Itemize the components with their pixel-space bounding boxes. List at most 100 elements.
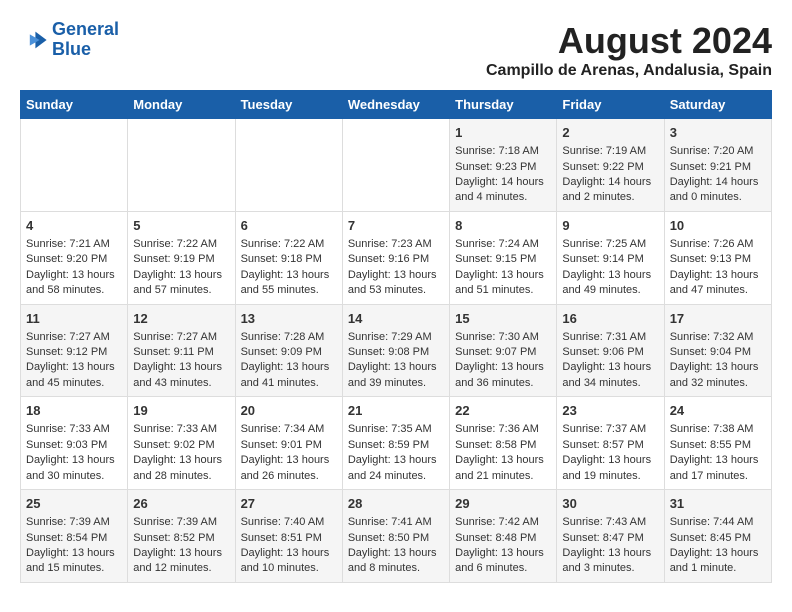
day-info: Sunrise: 7:37 AM Sunset: 8:57 PM Dayligh…: [562, 422, 658, 484]
day-info: Sunrise: 7:20 AM Sunset: 9:21 PM Dayligh…: [670, 144, 766, 206]
day-info: Sunrise: 7:39 AM Sunset: 8:52 PM Dayligh…: [133, 515, 229, 577]
day-number: 30: [562, 495, 658, 513]
day-info: Sunrise: 7:27 AM Sunset: 9:12 PM Dayligh…: [26, 330, 122, 392]
calendar-cell: 31Sunrise: 7:44 AM Sunset: 8:45 PM Dayli…: [664, 490, 771, 583]
calendar-cell: 7 Sunrise: 7:23 AM Sunset: 9:16 PM Daylig…: [342, 211, 449, 304]
calendar-cell: 21 Sunrise: 7:35 AM Sunset: 8:59 PM Dayli…: [342, 397, 449, 490]
calendar-cell: 29 Sunrise: 7:42 AM Sunset: 8:48 PM Dayli…: [450, 490, 557, 583]
calendar-cell: 26 Sunrise: 7:39 AM Sunset: 8:52 PM Dayli…: [128, 490, 235, 583]
day-info: Sunrise: 7:19 AM Sunset: 9:22 PM Dayligh…: [562, 144, 658, 206]
header-cell-monday: Monday: [128, 91, 235, 119]
day-number: 12: [133, 310, 229, 328]
header-cell-sunday: Sunday: [21, 91, 128, 119]
day-number: 19: [133, 402, 229, 420]
calendar-cell: [235, 119, 342, 212]
day-number: 7: [348, 217, 444, 235]
day-info: Sunrise: 7:31 AM Sunset: 9:06 PM Dayligh…: [562, 330, 658, 392]
calendar-cell: 6 Sunrise: 7:22 AM Sunset: 9:18 PM Daylig…: [235, 211, 342, 304]
subtitle: Campillo de Arenas, Andalusia, Spain: [486, 62, 772, 80]
day-number: 23: [562, 402, 658, 420]
day-number: 13: [241, 310, 337, 328]
calendar-cell: 13 Sunrise: 7:28 AM Sunset: 9:09 PM Dayli…: [235, 304, 342, 397]
calendar-week-4: 18Sunrise: 7:33 AM Sunset: 9:03 PM Dayli…: [21, 397, 772, 490]
calendar-week-2: 4Sunrise: 7:21 AM Sunset: 9:20 PM Daylig…: [21, 211, 772, 304]
calendar-cell: [21, 119, 128, 212]
day-number: 29: [455, 495, 551, 513]
day-info: Sunrise: 7:27 AM Sunset: 9:11 PM Dayligh…: [133, 330, 229, 392]
day-info: Sunrise: 7:25 AM Sunset: 9:14 PM Dayligh…: [562, 237, 658, 299]
day-number: 22: [455, 402, 551, 420]
calendar-cell: 23 Sunrise: 7:37 AM Sunset: 8:57 PM Dayli…: [557, 397, 664, 490]
calendar-cell: [128, 119, 235, 212]
calendar-cell: 19 Sunrise: 7:33 AM Sunset: 9:02 PM Dayli…: [128, 397, 235, 490]
calendar-table: SundayMondayTuesdayWednesdayThursdayFrid…: [20, 90, 772, 583]
day-number: 21: [348, 402, 444, 420]
day-number: 18: [26, 402, 122, 420]
calendar-cell: 4Sunrise: 7:21 AM Sunset: 9:20 PM Daylig…: [21, 211, 128, 304]
calendar-cell: [342, 119, 449, 212]
calendar-cell: 10 Sunrise: 7:26 AM Sunset: 9:13 PM Dayli…: [664, 211, 771, 304]
calendar-cell: 27Sunrise: 7:40 AM Sunset: 8:51 PM Dayli…: [235, 490, 342, 583]
day-number: 3: [670, 124, 766, 142]
header-cell-thursday: Thursday: [450, 91, 557, 119]
day-number: 15: [455, 310, 551, 328]
day-number: 11: [26, 310, 122, 328]
calendar-cell: 18Sunrise: 7:33 AM Sunset: 9:03 PM Dayli…: [21, 397, 128, 490]
day-info: Sunrise: 7:38 AM Sunset: 8:55 PM Dayligh…: [670, 422, 766, 484]
header-cell-tuesday: Tuesday: [235, 91, 342, 119]
day-number: 25: [26, 495, 122, 513]
header-cell-wednesday: Wednesday: [342, 91, 449, 119]
day-number: 10: [670, 217, 766, 235]
calendar-week-1: 1Sunrise: 7:18 AM Sunset: 9:23 PM Daylig…: [21, 119, 772, 212]
day-number: 24: [670, 402, 766, 420]
calendar-cell: 22 Sunrise: 7:36 AM Sunset: 8:58 PM Dayli…: [450, 397, 557, 490]
day-number: 6: [241, 217, 337, 235]
calendar-cell: 11 Sunrise: 7:27 AM Sunset: 9:12 PM Dayli…: [21, 304, 128, 397]
day-info: Sunrise: 7:35 AM Sunset: 8:59 PM Dayligh…: [348, 422, 444, 484]
logo-line1: General: [52, 19, 119, 39]
day-info: Sunrise: 7:24 AM Sunset: 9:15 PM Dayligh…: [455, 237, 551, 299]
logo-line2: Blue: [52, 39, 91, 59]
logo-text: General Blue: [52, 20, 119, 60]
day-info: Sunrise: 7:22 AM Sunset: 9:18 PM Dayligh…: [241, 237, 337, 299]
calendar-cell: 3 Sunrise: 7:20 AM Sunset: 9:21 PM Daylig…: [664, 119, 771, 212]
day-info: Sunrise: 7:26 AM Sunset: 9:13 PM Dayligh…: [670, 237, 766, 299]
calendar-week-3: 11 Sunrise: 7:27 AM Sunset: 9:12 PM Dayli…: [21, 304, 772, 397]
day-info: Sunrise: 7:22 AM Sunset: 9:19 PM Dayligh…: [133, 237, 229, 299]
calendar-cell: 28Sunrise: 7:41 AM Sunset: 8:50 PM Dayli…: [342, 490, 449, 583]
calendar-cell: 16Sunrise: 7:31 AM Sunset: 9:06 PM Dayli…: [557, 304, 664, 397]
calendar-cell: 2 Sunrise: 7:19 AM Sunset: 9:22 PM Daylig…: [557, 119, 664, 212]
day-info: Sunrise: 7:36 AM Sunset: 8:58 PM Dayligh…: [455, 422, 551, 484]
day-info: Sunrise: 7:23 AM Sunset: 9:16 PM Dayligh…: [348, 237, 444, 299]
day-number: 9: [562, 217, 658, 235]
main-title: August 2024: [486, 20, 772, 62]
day-info: Sunrise: 7:33 AM Sunset: 9:02 PM Dayligh…: [133, 422, 229, 484]
calendar-cell: 24 Sunrise: 7:38 AM Sunset: 8:55 PM Dayli…: [664, 397, 771, 490]
calendar-week-5: 25Sunrise: 7:39 AM Sunset: 8:54 PM Dayli…: [21, 490, 772, 583]
day-info: Sunrise: 7:43 AM Sunset: 8:47 PM Dayligh…: [562, 515, 658, 577]
day-number: 26: [133, 495, 229, 513]
calendar-cell: 12 Sunrise: 7:27 AM Sunset: 9:11 PM Dayli…: [128, 304, 235, 397]
day-info: Sunrise: 7:34 AM Sunset: 9:01 PM Dayligh…: [241, 422, 337, 484]
day-number: 14: [348, 310, 444, 328]
header-cell-friday: Friday: [557, 91, 664, 119]
calendar-cell: 17 Sunrise: 7:32 AM Sunset: 9:04 PM Dayli…: [664, 304, 771, 397]
day-number: 17: [670, 310, 766, 328]
logo-icon: [20, 26, 48, 54]
day-info: Sunrise: 7:42 AM Sunset: 8:48 PM Dayligh…: [455, 515, 551, 577]
calendar-cell: 5Sunrise: 7:22 AM Sunset: 9:19 PM Daylig…: [128, 211, 235, 304]
day-number: 28: [348, 495, 444, 513]
calendar-body: 1Sunrise: 7:18 AM Sunset: 9:23 PM Daylig…: [21, 119, 772, 583]
day-info: Sunrise: 7:32 AM Sunset: 9:04 PM Dayligh…: [670, 330, 766, 392]
day-number: 20: [241, 402, 337, 420]
day-info: Sunrise: 7:30 AM Sunset: 9:07 PM Dayligh…: [455, 330, 551, 392]
day-number: 2: [562, 124, 658, 142]
calendar-header-row: SundayMondayTuesdayWednesdayThursdayFrid…: [21, 91, 772, 119]
calendar-cell: 1Sunrise: 7:18 AM Sunset: 9:23 PM Daylig…: [450, 119, 557, 212]
day-number: 4: [26, 217, 122, 235]
day-number: 1: [455, 124, 551, 142]
logo: General Blue: [20, 20, 119, 60]
day-info: Sunrise: 7:40 AM Sunset: 8:51 PM Dayligh…: [241, 515, 337, 577]
day-info: Sunrise: 7:44 AM Sunset: 8:45 PM Dayligh…: [670, 515, 766, 577]
day-info: Sunrise: 7:28 AM Sunset: 9:09 PM Dayligh…: [241, 330, 337, 392]
